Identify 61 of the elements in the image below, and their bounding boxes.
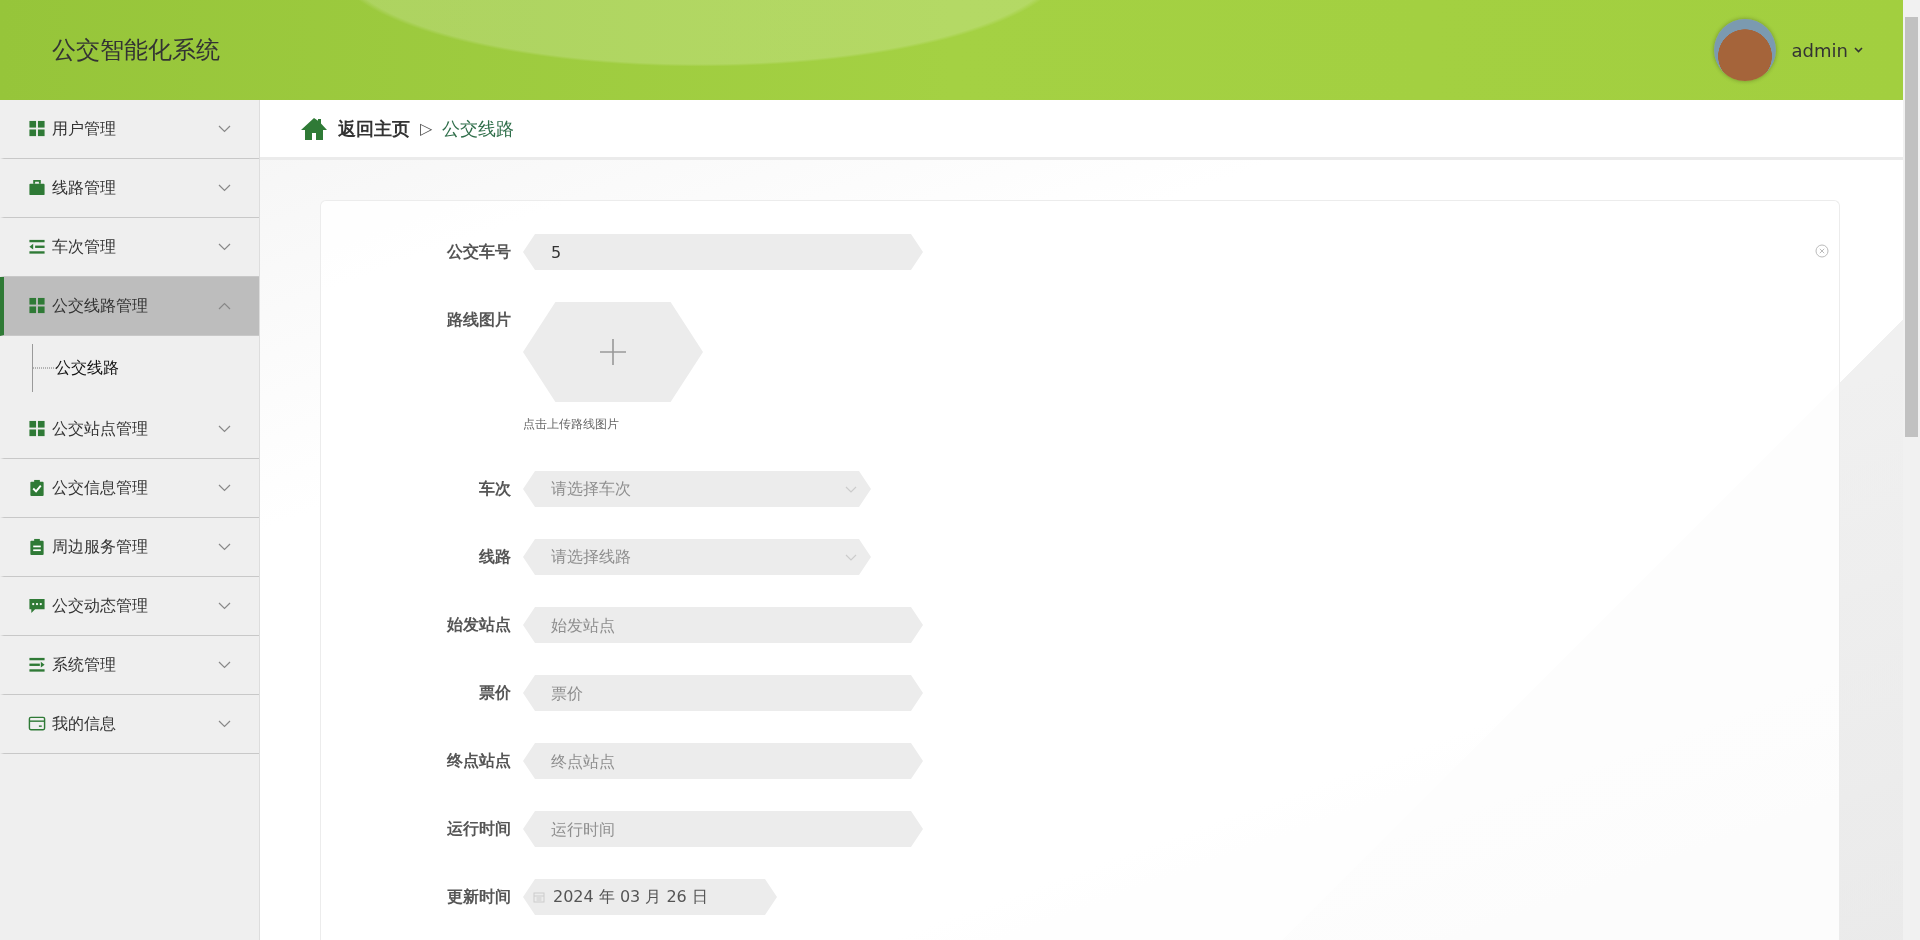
app-title: 公交智能化系统 (52, 35, 221, 66)
briefcase-icon (28, 179, 46, 197)
breadcrumb-current: 公交线路 (442, 116, 515, 141)
close-icon[interactable] (1815, 244, 1829, 258)
field-label: 运行时间 (446, 818, 512, 840)
clipboard-check-icon (28, 479, 46, 497)
grid-icon (28, 120, 46, 138)
home-link[interactable]: 返回主页 (300, 116, 410, 141)
breadcrumb-separator: ▷ (420, 119, 433, 138)
chevron-down-icon (218, 720, 231, 728)
chevron-down-icon (218, 543, 231, 551)
list-icon (28, 238, 46, 256)
scrollbar-thumb[interactable] (1905, 17, 1918, 437)
chevron-up-icon (218, 302, 231, 310)
plus-icon (599, 338, 627, 366)
input-field[interactable]: 票价 (523, 675, 923, 711)
grid-icon (28, 297, 46, 315)
input-field[interactable]: 5 (523, 234, 923, 270)
submenu-item[interactable]: 公交线路 (55, 357, 119, 379)
field-label: 终点站点 (446, 750, 512, 772)
chat-icon (28, 597, 46, 615)
input-field[interactable]: 运行时间 (523, 811, 923, 847)
chevron-down-icon (218, 125, 231, 133)
chevron-down-icon (218, 602, 231, 610)
avatar[interactable] (1713, 19, 1776, 81)
chevron-down-icon (1854, 47, 1863, 53)
sidebar-item[interactable]: 我的信息 (0, 695, 259, 754)
field-label: 线路 (478, 546, 512, 568)
chevron-down-icon (218, 661, 231, 669)
calendar-icon (533, 891, 545, 903)
menu-icon (28, 656, 46, 674)
sidebar-item[interactable]: 公交站点管理 (0, 400, 259, 459)
grid-icon (28, 420, 46, 438)
field-label: 票价 (478, 682, 512, 704)
field-label: 始发站点 (445, 614, 512, 636)
upload-hint: 点击上传路线图片 (523, 416, 620, 433)
card-icon (28, 715, 46, 733)
chevron-down-icon (218, 484, 231, 492)
sidebar-item[interactable]: 用户管理 (0, 100, 259, 159)
chevron-down-icon (218, 243, 231, 251)
chevron-down-icon (845, 553, 857, 561)
sidebar-item[interactable]: 公交动态管理 (0, 577, 259, 636)
sidebar-item[interactable]: 周边服务管理 (0, 518, 259, 577)
input-field[interactable]: 终点站点 (523, 743, 923, 779)
clipboard-icon (28, 538, 46, 556)
chevron-down-icon (845, 485, 857, 493)
sidebar-item[interactable]: 公交线路管理 (0, 277, 259, 336)
chevron-down-icon (218, 184, 231, 192)
field-label: 车次 (478, 478, 512, 500)
chevron-down-icon (218, 425, 231, 433)
home-icon (300, 116, 328, 141)
sidebar-item[interactable]: 线路管理 (0, 159, 259, 218)
date-field[interactable]: 2024 年 03 月 26 日 (523, 879, 777, 915)
field-label: 公交车号 (446, 241, 512, 263)
sidebar-item[interactable]: 公交信息管理 (0, 459, 259, 518)
user-menu[interactable]: admin (1791, 39, 1863, 61)
sidebar-item[interactable]: 系统管理 (0, 636, 259, 695)
tree-line (32, 344, 55, 392)
input-field[interactable]: 始发站点 (523, 607, 923, 643)
field-label: 更新时间 (446, 886, 512, 908)
field-label: 路线图片 (446, 309, 512, 331)
